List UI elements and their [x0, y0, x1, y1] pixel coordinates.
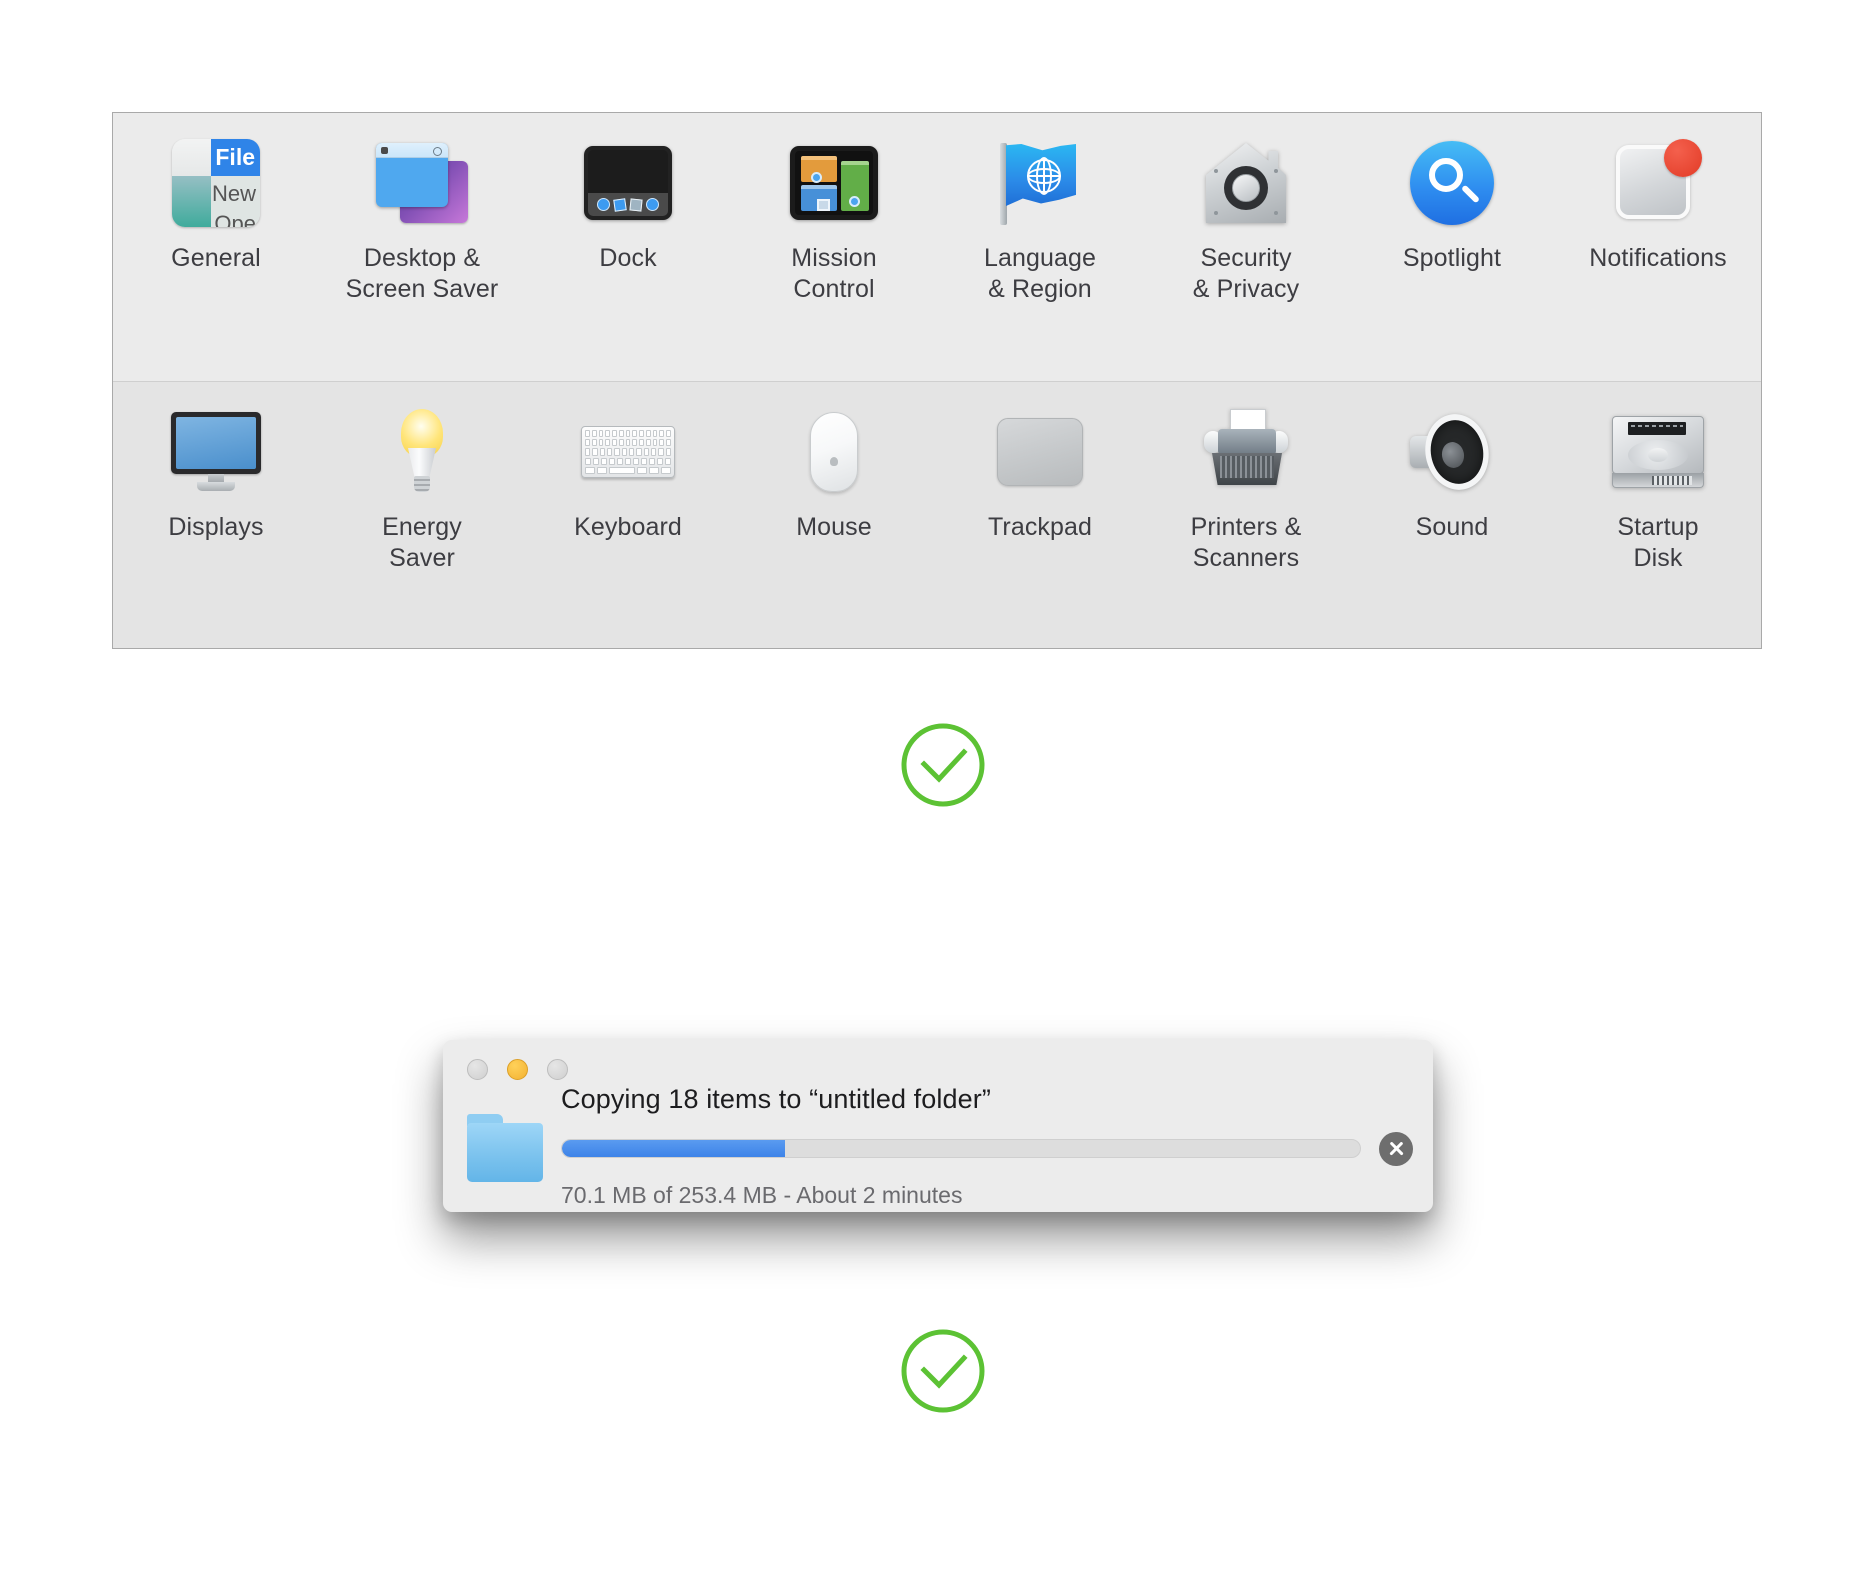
pref-item-notifications[interactable]: Notifications [1555, 113, 1761, 274]
pref-label-dock: Dock [599, 244, 657, 272]
pref-item-mission-control[interactable]: Mission Control [731, 113, 937, 304]
copy-progress-bar [561, 1139, 1361, 1158]
pref-item-energy-saver[interactable]: Energy Saver [319, 382, 525, 573]
copy-progress-window: Copying 18 items to “untitled folder” 70… [443, 1040, 1433, 1212]
keyboard-icon [580, 404, 676, 500]
progress-row [561, 1131, 1413, 1166]
general-icon-open-text: Ope [214, 211, 256, 227]
dock-icon [580, 135, 676, 231]
security-privacy-icon [1198, 135, 1294, 231]
preferences-row-personal: File New Ope General Desktop & Screen Sa… [113, 113, 1761, 381]
pref-label-keyboard: Keyboard [574, 513, 682, 541]
copy-status-text: 70.1 MB of 253.4 MB - About 2 minutes [561, 1181, 963, 1208]
pref-label-desktop-screensaver: Desktop & Screen Saver [345, 244, 499, 303]
pref-label-energy-saver: Energy Saver [382, 513, 462, 572]
cancel-copy-button[interactable] [1379, 1131, 1413, 1166]
pref-item-spotlight[interactable]: Spotlight [1349, 113, 1555, 274]
startup-disk-icon [1610, 404, 1706, 500]
general-icon: File New Ope [168, 135, 264, 231]
pref-label-printers-scanners: Printers & Scanners [1190, 513, 1302, 572]
pref-label-sound: Sound [1415, 513, 1489, 541]
general-icon-file-text: File [215, 144, 255, 170]
copy-dialog-body: Copying 18 items to “untitled folder” 70… [467, 1084, 1413, 1208]
minimize-window-button[interactable] [507, 1059, 528, 1080]
pref-label-trackpad: Trackpad [987, 513, 1093, 541]
close-window-button[interactable] [467, 1059, 488, 1080]
pref-item-language-region[interactable]: Language & Region [937, 113, 1143, 304]
pref-label-mouse: Mouse [796, 513, 872, 541]
pref-label-mission-control: Mission Control [791, 244, 877, 303]
trackpad-icon [992, 404, 1088, 500]
pref-label-general: General [171, 244, 261, 272]
pref-item-keyboard[interactable]: Keyboard [525, 382, 731, 543]
mouse-icon [786, 404, 882, 500]
window-traffic-lights [467, 1059, 568, 1080]
copy-progress-fill [562, 1140, 786, 1157]
pref-label-spotlight: Spotlight [1402, 244, 1502, 272]
pref-item-printers-scanners[interactable]: Printers & Scanners [1143, 382, 1349, 573]
pref-label-language-region: Language & Region [983, 244, 1097, 303]
pref-item-security-privacy[interactable]: Security & Privacy [1143, 113, 1349, 304]
pref-label-startup-disk: Startup Disk [1617, 513, 1699, 572]
pref-item-trackpad[interactable]: Trackpad [937, 382, 1143, 543]
sound-icon [1404, 404, 1500, 500]
spotlight-icon [1404, 135, 1500, 231]
pref-label-security-privacy: Security & Privacy [1192, 244, 1300, 303]
desktop-screensaver-icon [374, 135, 470, 231]
pref-label-notifications: Notifications [1589, 244, 1727, 272]
check-mark-top [897, 719, 989, 816]
pref-item-desktop-screensaver[interactable]: Desktop & Screen Saver [319, 113, 525, 304]
displays-icon [168, 404, 264, 500]
language-region-icon [992, 135, 1088, 231]
notification-badge [1664, 139, 1702, 177]
pref-label-displays: Displays [168, 513, 264, 541]
copy-dialog-content: Copying 18 items to “untitled folder” 70… [543, 1084, 1413, 1208]
pref-item-startup-disk[interactable]: Startup Disk [1555, 382, 1761, 573]
check-mark-bottom [897, 1325, 989, 1422]
pref-item-sound[interactable]: Sound [1349, 382, 1555, 543]
folder-icon [467, 1114, 543, 1182]
pref-item-dock[interactable]: Dock [525, 113, 731, 274]
system-preferences-panel: File New Ope General Desktop & Screen Sa… [112, 112, 1762, 649]
zoom-window-button[interactable] [547, 1059, 568, 1080]
general-icon-new-text: New [211, 181, 256, 206]
notifications-icon [1610, 135, 1706, 231]
printers-scanners-icon [1198, 404, 1294, 500]
copy-title: Copying 18 items to “untitled folder” [561, 1083, 991, 1114]
energy-saver-icon [374, 404, 470, 500]
pref-item-mouse[interactable]: Mouse [731, 382, 937, 543]
preferences-row-hardware: Displays Energy Saver Keyboard Mouse Tra… [113, 381, 1761, 648]
pref-item-general[interactable]: File New Ope General [113, 113, 319, 274]
screenshot-stage: File New Ope General Desktop & Screen Sa… [0, 0, 1876, 1596]
pref-item-displays[interactable]: Displays [113, 382, 319, 543]
mission-control-icon [786, 135, 882, 231]
